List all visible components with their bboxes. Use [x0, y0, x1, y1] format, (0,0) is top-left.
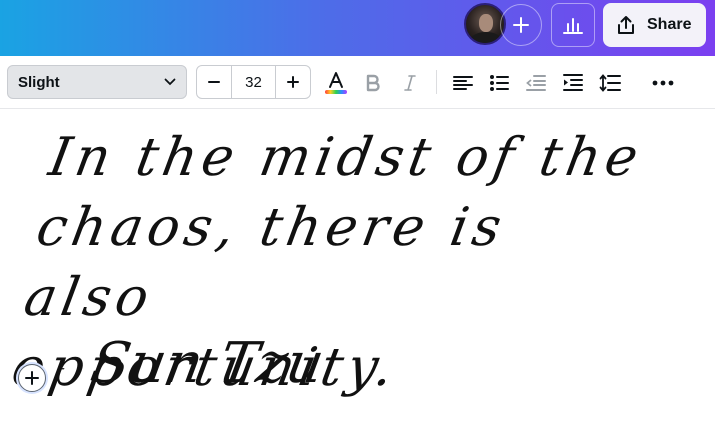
share-label: Share — [647, 16, 692, 33]
increase-font-size-button[interactable] — [276, 66, 310, 98]
line-spacing-button[interactable] — [597, 70, 623, 96]
bold-icon — [366, 74, 380, 92]
share-button[interactable]: Share — [603, 3, 706, 47]
font-family-dropdown[interactable]: Slight — [7, 65, 187, 99]
plus-icon — [25, 371, 39, 385]
outdent-button[interactable] — [523, 70, 549, 96]
upload-icon — [618, 16, 634, 34]
add-collaborator-button[interactable] — [500, 4, 542, 46]
avatar-shoulders — [470, 32, 502, 43]
attribution[interactable]: - Sun Tzu — [54, 329, 330, 403]
bar-chart-icon — [563, 18, 583, 34]
font-size-stepper: 32 — [196, 65, 311, 99]
indent-button[interactable] — [560, 70, 586, 96]
indent-icon — [563, 74, 583, 91]
attribution-name: Sun Tzu — [86, 331, 329, 396]
design-canvas[interactable]: In the midst of the chaos, there is also… — [0, 109, 715, 431]
font-family-value: Slight — [18, 73, 60, 91]
plus-icon — [513, 17, 529, 33]
plus-icon — [286, 76, 299, 88]
align-left-button[interactable] — [450, 70, 476, 96]
avatar-face — [479, 14, 493, 32]
top-bar: Share — [0, 0, 715, 56]
bullet-list-icon — [490, 75, 509, 91]
italic-button[interactable] — [397, 70, 423, 96]
chevron-down-icon — [164, 78, 176, 86]
italic-icon — [404, 75, 416, 91]
more-icon — [652, 80, 674, 86]
quote-line: chaos, there is also — [19, 197, 511, 328]
bold-button[interactable] — [360, 70, 386, 96]
bullet-list-button[interactable] — [486, 70, 512, 96]
outdent-icon — [526, 75, 546, 91]
font-size-input[interactable]: 32 — [232, 66, 276, 98]
toolbar-divider — [436, 70, 437, 94]
add-element-button[interactable] — [18, 364, 46, 392]
text-toolbar: Slight 32 — [0, 56, 715, 109]
insights-button[interactable] — [551, 3, 595, 47]
minus-icon — [208, 81, 221, 83]
align-left-icon — [453, 76, 473, 90]
more-options-button[interactable] — [650, 70, 676, 96]
decrease-font-size-button[interactable] — [197, 66, 233, 98]
quote-line: In the midst of the — [44, 127, 648, 188]
text-color-icon — [325, 72, 347, 94]
text-color-button[interactable] — [323, 70, 349, 96]
line-spacing-icon — [599, 74, 621, 92]
